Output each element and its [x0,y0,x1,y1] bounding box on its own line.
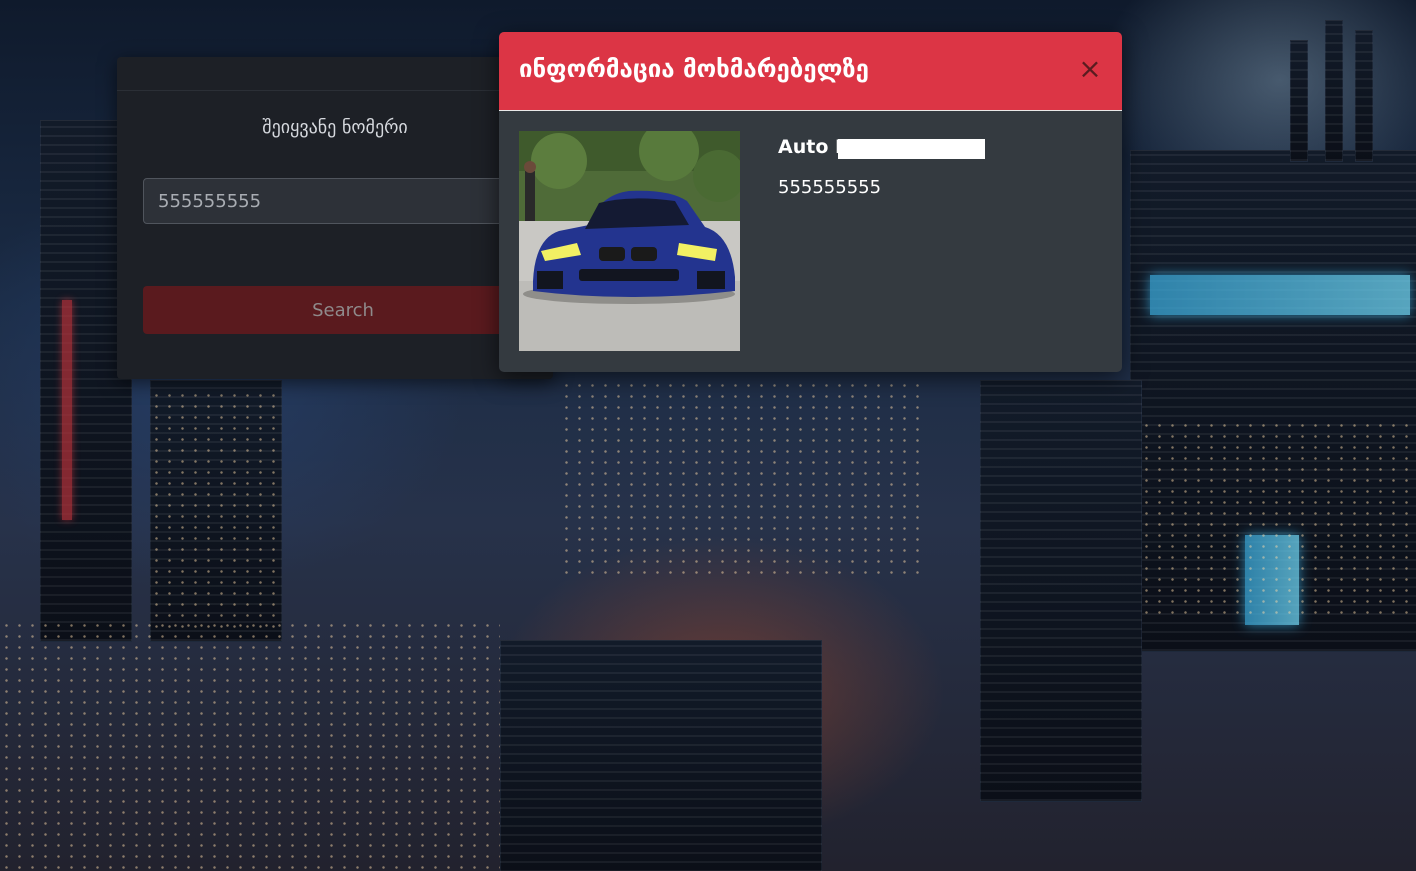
background-tower [500,640,822,871]
background-tower [980,380,1142,802]
background-lights [0,620,500,870]
redaction-block [838,139,985,159]
background-chimney [1355,30,1373,162]
close-button[interactable]: × [1078,54,1102,84]
search-label: შეიყვანე ნომერი [262,117,408,138]
search-input[interactable] [143,178,543,224]
background-lights [560,380,920,580]
background-lights [1140,420,1410,620]
search-button[interactable]: Search [143,286,543,334]
modal-header: ინფორმაცია მოხმარებელზე × [499,32,1122,111]
card-divider [117,90,553,91]
user-phone: 555555555 [778,177,882,198]
car-image [519,131,740,351]
background-chimney [1290,40,1308,162]
background-lights [150,390,280,630]
car-photo [519,131,740,351]
background-neon-red [62,300,72,520]
background-chimney [1325,20,1343,162]
user-info-modal: ინფორმაცია მოხმარებელზე × Auto E 5555555… [499,32,1122,372]
modal-title: ინფორმაცია მოხმარებელზე [519,55,869,83]
search-card: შეიყვანე ნომერი Search [117,57,553,379]
background-neon-sign [1150,275,1410,315]
